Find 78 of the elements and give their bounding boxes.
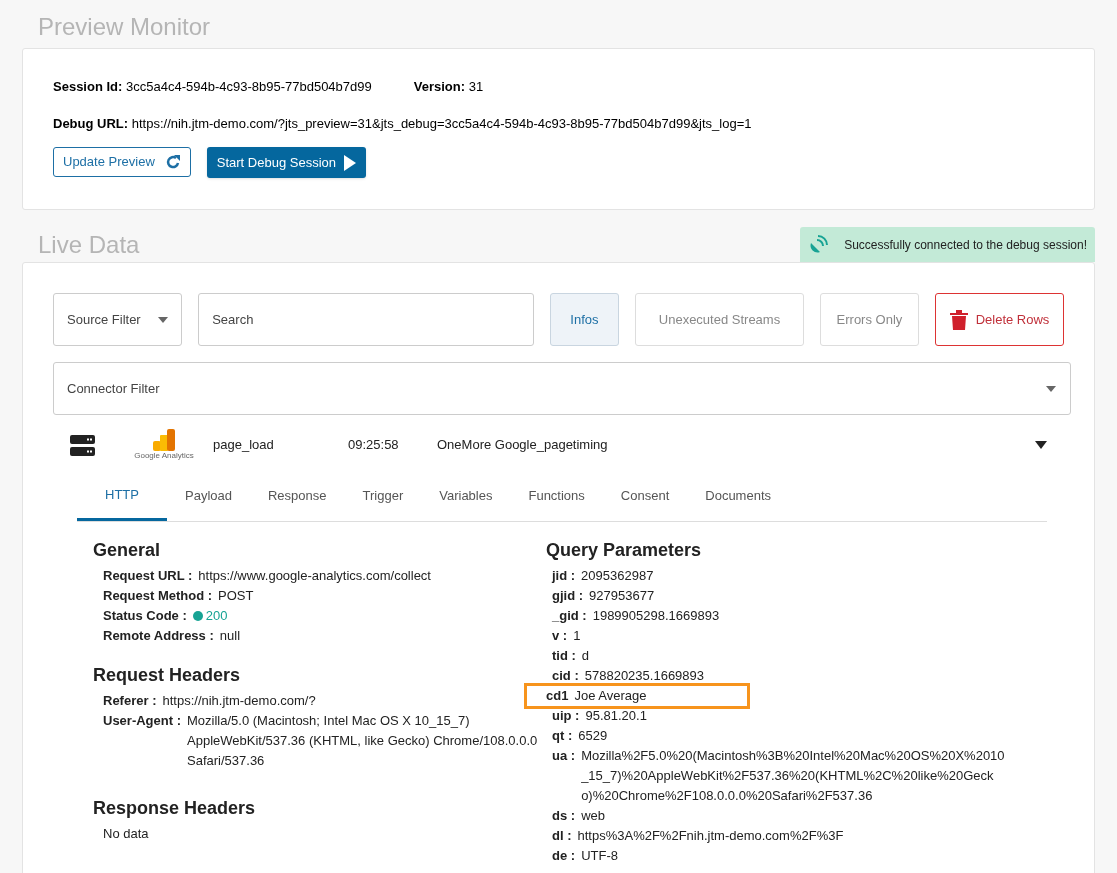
field-value: 578820235.1669893 [584, 667, 706, 685]
logo-caption: Google Analytics [134, 451, 194, 461]
field-value: https://nih.jtm-demo.com/? [162, 692, 317, 710]
section-title: Preview Monitor [38, 12, 212, 42]
field-label: Referer : [103, 692, 157, 710]
field-value: POST [218, 587, 255, 605]
tab[interactable]: Documents [687, 483, 789, 521]
section-title: Live Data [38, 230, 140, 260]
event-time: 09:25:58 [348, 436, 400, 455]
field-value: null [219, 627, 242, 645]
start-debug-button[interactable]: Start Debug Session [206, 147, 366, 178]
field-label: cd1 [546, 687, 569, 705]
session-id-text: Session Id: 3cc5a4c4-594b-4c93-8b95-77bd504b7d99 [53, 78, 372, 96]
field-value: UTF-8 [581, 847, 619, 865]
field-label: v : [552, 627, 568, 645]
event-description: OneMore Google_pagetiming [437, 436, 609, 455]
filter-toggle-button[interactable]: Infos [549, 293, 620, 346]
section-heading: Query Parameters [546, 539, 703, 562]
section-heading: Request Headers [93, 664, 242, 687]
field-label: tid : [552, 647, 576, 665]
server-icon [70, 434, 95, 456]
event-name: page_load [213, 436, 275, 455]
caret-icon [158, 316, 169, 323]
field-label: Request Method : [103, 587, 213, 605]
tab[interactable]: Consent [602, 483, 688, 521]
toast-text: Successfully connected to the debug session! [844, 236, 1087, 254]
bar-chart-logo-icon [153, 429, 175, 451]
empty-text: No data [102, 825, 150, 843]
field-value: Joe Average [574, 687, 648, 705]
refresh-icon [164, 154, 181, 170]
tab[interactable]: Response [250, 483, 345, 521]
debug-url-text: Debug URL: https://nih.jtm-demo.com/?jts_preview=31&jts_debug=3cc5a4c4-594b-4c93-8b95-77bd504b7d99&jts_log=1 [53, 114, 753, 133]
field-label: Status Code : [103, 607, 187, 625]
tab[interactable]: HTTP [77, 483, 167, 521]
filter-toggle-button[interactable]: Errors Only [819, 293, 920, 346]
field-label: User-Agent : [103, 712, 181, 730]
section-heading: General [93, 539, 162, 562]
search-field[interactable]: Search [198, 293, 534, 346]
connector-filter-dropdown[interactable]: Connector Filter [53, 362, 1071, 415]
field-value: web [581, 807, 606, 825]
field-label: cid : [552, 667, 579, 685]
filter-toggle-button[interactable]: Unexecuted Streams [635, 293, 804, 346]
section-heading: Response Headers [93, 797, 257, 820]
field-value: https://www.google-analytics.com/collect [198, 567, 432, 585]
caret-icon [1046, 385, 1056, 392]
field-value: 2095362987 [581, 567, 655, 585]
field-label: ds : [552, 807, 576, 825]
field-value: 95.81.20.1 [585, 707, 648, 725]
field-value: 6529 [578, 727, 609, 745]
field-label: jid : [552, 567, 576, 585]
tab[interactable]: Variables [421, 483, 511, 521]
tab[interactable]: Functions [510, 483, 603, 521]
field-value: d [581, 647, 591, 665]
field-label: dl : [552, 827, 572, 845]
tab[interactable]: Trigger [344, 483, 422, 521]
field-label: _gid : [552, 607, 587, 625]
field-label: Remote Address : [103, 627, 214, 645]
trash-icon [949, 309, 968, 330]
field-label: uip : [552, 707, 580, 725]
source-filter-dropdown[interactable]: Source Filter [53, 293, 183, 346]
version-text: Version: 31 [413, 78, 484, 96]
field-label: Request URL : [103, 567, 193, 585]
field-value: https%3A%2F%2Fnih.jtm-demo.com%2F%3F [577, 827, 845, 845]
field-value: 927953677 [589, 587, 656, 605]
satellite-dish-icon [808, 234, 829, 255]
field-value: 1 [573, 627, 582, 645]
tab[interactable]: Payload [167, 483, 250, 521]
field-label: de : [552, 847, 576, 865]
field-value: 1989905298.1669893 [592, 607, 721, 625]
field-label: gjid : [552, 587, 584, 605]
play-icon [344, 154, 356, 171]
caret-icon[interactable] [1035, 441, 1047, 449]
field-value: 200 [205, 607, 228, 625]
field-label: qt : [552, 727, 573, 745]
delete-rows-button[interactable]: Delete Rows [935, 293, 1064, 346]
field-value: Mozilla/5.0 (Macintosh; Intel Mac OS X 10_15_7) AppleWebKit/537.36 (KHTML, like Gecko) Chrome/108.0.0.0 Safari/537.36 [187, 712, 539, 770]
field-label: ua : [552, 747, 576, 765]
update-preview-button[interactable]: Update Preview [53, 147, 191, 177]
